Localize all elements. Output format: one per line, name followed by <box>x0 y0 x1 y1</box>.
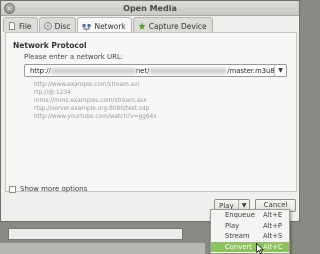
show-more-options-checkbox[interactable] <box>9 185 16 193</box>
title-bar[interactable]: × Open Media <box>1 1 299 16</box>
tab-capture-device-label: Capture Device <box>148 21 207 31</box>
redacted-host <box>50 68 136 74</box>
example-url: rtp://@:1234 <box>34 90 71 96</box>
open-media-dialog: × Open Media File Disc Network Capture D… <box>0 0 300 222</box>
menu-item-play[interactable]: Play Alt+P <box>211 221 289 232</box>
tab-capture-device[interactable]: Capture Device <box>132 17 213 32</box>
tab-network-label: Network <box>94 22 126 31</box>
network-url-input[interactable]: http:// net/ /master.m3u8 ▼ <box>24 64 287 77</box>
menu-item-enqueue[interactable]: Enqueue Alt+E <box>211 210 289 221</box>
window-title: Open Media <box>123 4 177 13</box>
disc-icon <box>43 22 52 30</box>
tab-network[interactable]: Network <box>77 17 132 33</box>
url-dropdown-button[interactable]: ▼ <box>274 65 286 76</box>
tab-file-label: File <box>19 21 32 31</box>
menu-item-shortcut: Alt+C <box>263 242 283 251</box>
background-window <box>8 228 183 240</box>
menu-item-stream[interactable]: Stream Alt+S <box>211 231 289 242</box>
menu-item-shortcut: Alt+E <box>263 211 283 220</box>
url-suffix: /master.m3u8 <box>227 67 275 75</box>
chevron-down-icon: ▼ <box>278 67 283 74</box>
menu-item-label: Stream <box>225 232 250 241</box>
redacted-path <box>149 68 228 74</box>
menu-item-label: Convert <box>225 242 252 251</box>
example-url: http://www.example.com/stream.avi <box>34 82 140 88</box>
tab-file[interactable]: File <box>3 17 38 32</box>
menu-item-shortcut: Alt+S <box>263 232 283 241</box>
network-icon <box>82 23 91 30</box>
url-prompt-label: Please enter a network URL: <box>24 53 124 61</box>
example-url: http://www.yourtube.com/watch?v=gg64x <box>34 114 157 120</box>
menu-item-shortcut: Alt+P <box>263 221 282 230</box>
example-url: mms://mms.examples.com/stream.asx <box>34 98 147 104</box>
capture-device-icon <box>138 22 146 30</box>
url-mid: net/ <box>135 67 150 75</box>
mouse-cursor-icon <box>256 243 264 254</box>
menu-item-label: Enqueue <box>225 211 255 220</box>
url-prefix: http:// <box>30 67 51 75</box>
show-more-options[interactable]: Show more options <box>9 185 87 193</box>
show-more-options-label: Show more options <box>20 185 88 193</box>
menu-item-label: Play <box>225 221 240 230</box>
network-pane: Network Protocol Please enter a network … <box>5 32 297 192</box>
tab-disc-label: Disc <box>54 21 71 31</box>
tab-disc[interactable]: Disc <box>38 17 77 32</box>
menu-item-convert[interactable]: Convert Alt+C <box>211 241 289 252</box>
tab-bar: File Disc Network Capture Device <box>3 17 214 33</box>
network-protocol-heading: Network Protocol <box>13 41 87 50</box>
url-examples: http://www.example.com/stream.avi rtp://… <box>34 81 157 121</box>
play-dropdown-menu: Enqueue Alt+E Play Alt+P Stream Alt+S Co… <box>210 209 290 254</box>
chevron-down-icon: ▼ <box>241 202 247 209</box>
file-icon <box>9 22 15 30</box>
background-window <box>0 243 205 254</box>
example-url: rtsp://server.example.org:8080/test.sdp <box>34 106 150 112</box>
